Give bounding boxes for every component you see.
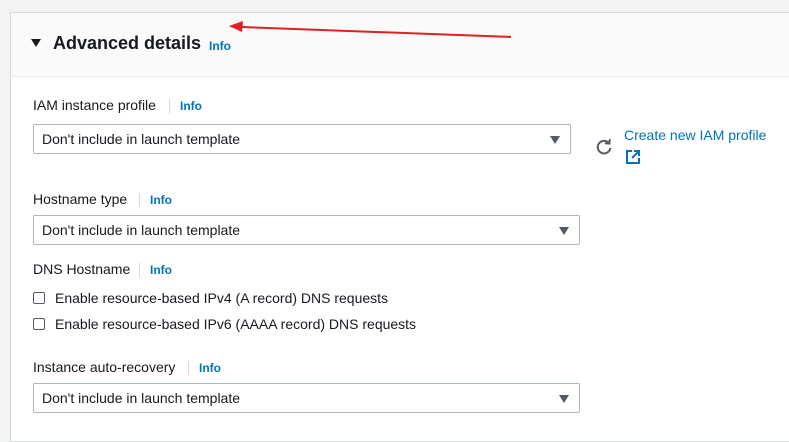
iam-profile-selected-value: Don't include in launch template [42, 131, 241, 147]
hostname-type-selected-value: Don't include in launch template [42, 222, 241, 238]
ipv4-dns-checkbox[interactable] [33, 292, 45, 304]
auto-recovery-info-link[interactable]: Info [188, 361, 221, 375]
hostname-type-select[interactable]: Don't include in launch template [33, 215, 580, 245]
auto-recovery-label: Instance auto-recovery [33, 359, 176, 375]
hostname-type-info-link[interactable]: Info [139, 193, 172, 207]
dropdown-arrow-icon [559, 227, 569, 235]
iam-profile-info-link[interactable]: Info [169, 99, 202, 113]
advanced-details-panel: Advanced details Info IAM instance profi… [10, 12, 789, 442]
caret-down-icon[interactable] [31, 39, 41, 47]
dns-hostname-label: DNS Hostname [33, 261, 131, 277]
advanced-details-header[interactable]: Advanced details Info [11, 13, 789, 77]
hostname-type-label: Hostname type [33, 191, 128, 207]
external-link-icon[interactable] [625, 149, 641, 165]
section-info-link[interactable]: Info [209, 39, 231, 53]
auto-recovery-selected-value: Don't include in launch template [42, 390, 241, 406]
ipv6-dns-checkbox[interactable] [33, 318, 45, 330]
dropdown-arrow-icon [550, 136, 560, 144]
ipv6-dns-label: Enable resource-based IPv6 (AAAA record)… [55, 316, 417, 332]
auto-recovery-select[interactable]: Don't include in launch template [33, 383, 580, 413]
dns-hostname-info-link[interactable]: Info [139, 263, 172, 277]
section-title: Advanced details [53, 33, 202, 53]
ipv4-dns-label: Enable resource-based IPv4 (A record) DN… [55, 290, 389, 306]
create-iam-profile-link[interactable]: Create new IAM profile [624, 127, 766, 143]
refresh-icon[interactable] [594, 137, 614, 157]
dropdown-arrow-icon [559, 395, 569, 403]
iam-profile-select[interactable]: Don't include in launch template [33, 124, 571, 154]
iam-profile-label: IAM instance profile [33, 97, 156, 113]
